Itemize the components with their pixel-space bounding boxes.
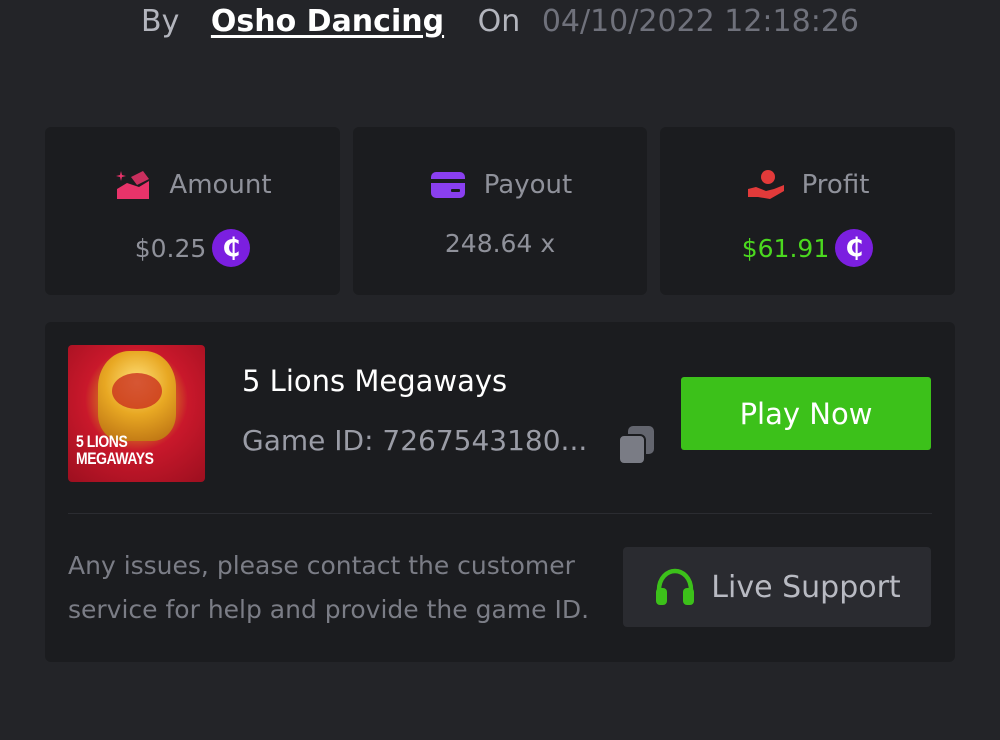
thumbnail-title: 5 LIONS MEGAWAYS	[76, 433, 154, 467]
game-id: Game ID: 7267543180...	[242, 424, 588, 457]
game-card: 5 LIONS MEGAWAYS 5 Lions Megaways Game I…	[45, 322, 955, 662]
copy-icon[interactable]	[618, 425, 656, 465]
live-support-button[interactable]: Live Support	[623, 547, 931, 627]
divider	[68, 513, 932, 514]
coins-hand-icon	[116, 171, 150, 199]
profit-value: $61.91	[741, 233, 830, 263]
username-link[interactable]: Osho Dancing	[211, 4, 444, 39]
thumbnail-title-text: 5 LIONS MEGAWAYS	[76, 432, 154, 468]
bet-byline: By Osho Dancing On 04/10/2022 12:18:26	[0, 2, 1000, 42]
payout-card: Payout 248.64 x	[353, 127, 647, 295]
hand-receive-icon	[747, 170, 784, 199]
amount-label: Amount	[169, 170, 272, 200]
profit-label: Profit	[801, 170, 870, 200]
amount-card: Amount $0.25 ₵	[45, 127, 340, 295]
profit-card: Profit $61.91 ₵	[660, 127, 955, 295]
payout-label: Payout	[483, 170, 573, 200]
game-name: 5 Lions Megaways	[242, 364, 508, 398]
amount-value: $0.25	[134, 233, 207, 263]
support-help-text: Any issues, please contact the customer …	[68, 551, 590, 624]
on-label: On	[477, 4, 521, 39]
headset-icon	[656, 568, 695, 605]
credit-card-icon	[430, 172, 465, 198]
bet-datetime: 04/10/2022 12:18:26	[541, 4, 859, 39]
live-support-label: Live Support	[711, 569, 901, 605]
play-now-button[interactable]: Play Now	[681, 377, 931, 450]
payout-value: 248.64 x	[444, 229, 556, 258]
by-label: By	[141, 4, 180, 39]
coin-c-icon: ₵	[212, 229, 251, 267]
game-thumbnail[interactable]: 5 LIONS MEGAWAYS	[68, 345, 205, 482]
coin-c-icon: ₵	[835, 229, 874, 267]
